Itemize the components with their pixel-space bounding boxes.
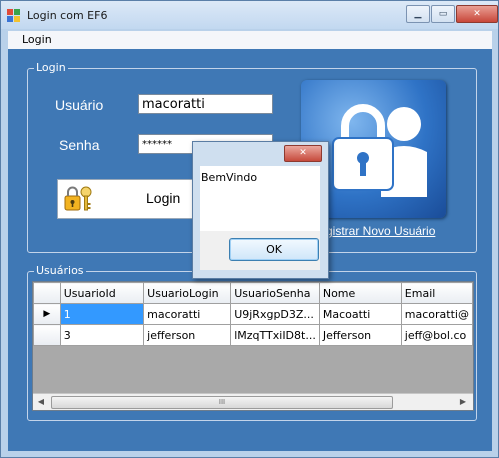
scroll-left-icon[interactable]: ◀ <box>36 397 46 407</box>
table-row[interactable]: 3 jefferson lMzqTTxiID8t... Jefferson je… <box>33 324 473 346</box>
menu-item-login[interactable]: Login <box>22 33 52 46</box>
current-row-indicator: ▶ <box>33 303 61 325</box>
table-cell[interactable]: macoratti <box>143 303 232 325</box>
login-button-label: Login <box>146 190 181 206</box>
app-icon <box>7 9 21 23</box>
table-cell[interactable]: 1 <box>59 303 145 325</box>
table-cell[interactable]: macoratti@ <box>400 303 473 325</box>
key-lock-icon <box>64 186 92 211</box>
user-input[interactable]: macoratti <box>138 94 273 114</box>
scroll-thumb[interactable]: III <box>51 396 393 409</box>
password-label: Senha <box>59 137 100 153</box>
table-cell[interactable]: jeff@bol.co <box>400 324 473 346</box>
users-group-title: Usuários <box>34 264 86 277</box>
table-cell[interactable]: jefferson <box>143 324 232 346</box>
scroll-grip: III <box>218 398 226 406</box>
close-button[interactable]: ✕ <box>456 5 498 23</box>
row-header <box>33 324 61 346</box>
table-cell[interactable]: Jefferson <box>318 324 402 346</box>
col-header[interactable]: Nome <box>318 282 402 304</box>
table-cell[interactable]: U9jRxgpD3Z... <box>230 303 320 325</box>
col-header[interactable]: Email <box>400 282 473 304</box>
col-header[interactable]: UsuarioId <box>59 282 145 304</box>
scroll-right-icon[interactable]: ▶ <box>458 397 468 407</box>
table-cell[interactable]: 3 <box>59 324 145 346</box>
window-title: Login com EF6 <box>27 9 108 22</box>
horizontal-scrollbar[interactable]: ◀ III ▶ <box>33 393 473 410</box>
users-table: UsuarioId UsuarioLogin UsuarioSenha Nome… <box>33 282 473 346</box>
register-link[interactable]: gistrar Novo Usuário <box>326 224 435 238</box>
users-grid[interactable]: UsuarioId UsuarioLogin UsuarioSenha Nome… <box>32 281 474 411</box>
ok-button[interactable]: OK <box>229 238 319 261</box>
row-header-corner <box>33 282 61 304</box>
col-header[interactable]: UsuarioLogin <box>143 282 232 304</box>
login-group-title: Login <box>34 61 68 74</box>
menu-bar: Login <box>8 31 492 50</box>
table-cell[interactable]: lMzqTTxiID8t... <box>230 324 320 346</box>
dialog-close-button[interactable]: ✕ <box>284 145 322 162</box>
dialog-message: BemVindo <box>201 171 258 184</box>
minimize-button[interactable]: ▁ <box>406 5 430 23</box>
table-header-row: UsuarioId UsuarioLogin UsuarioSenha Nome… <box>33 282 473 304</box>
maximize-button[interactable]: ▭ <box>431 5 455 23</box>
col-header[interactable]: UsuarioSenha <box>230 282 320 304</box>
user-label: Usuário <box>55 97 104 113</box>
title-bar: Login com EF6 ▁ ▭ ✕ <box>1 1 498 29</box>
table-row[interactable]: ▶ 1 macoratti U9jRxgpD3Z... Macoatti mac… <box>33 303 473 325</box>
table-cell[interactable]: Macoatti <box>318 303 402 325</box>
welcome-dialog: ✕ BemVindo OK <box>192 141 329 279</box>
